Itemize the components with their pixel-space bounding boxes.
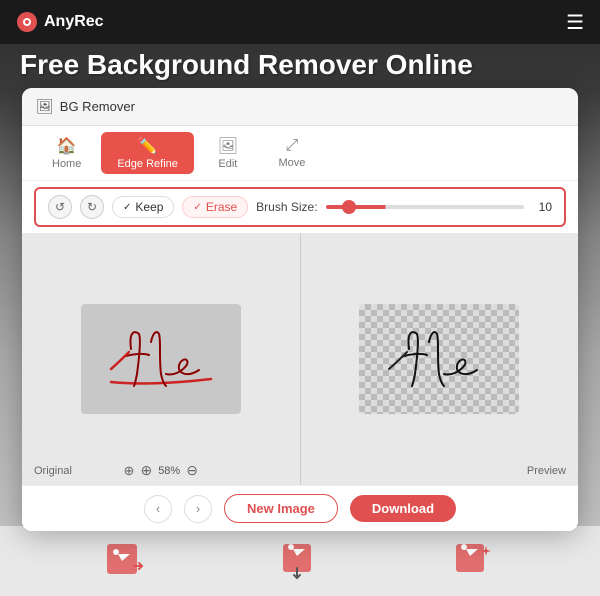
original-image-box <box>81 304 241 414</box>
top-navigation: AnyRec ☰ <box>0 0 600 44</box>
home-icon: 🏠 <box>57 136 77 156</box>
modal-header: 🖼 BG Remover <box>22 88 578 126</box>
bg-remove-icon-1 <box>102 536 152 586</box>
bg-remove-icon-3 <box>448 536 498 586</box>
zoom-value: 58% <box>158 465 180 477</box>
modal-header-icon: 🖼 <box>36 98 54 115</box>
original-signature-svg <box>91 314 231 404</box>
tab-edge-refine[interactable]: ✏️ Edge Refine <box>101 132 194 174</box>
preview-signature-svg <box>369 314 509 404</box>
brush-toolbar: ↺ ↻ ✓ Keep ✓ Erase Brush Size: 10 <box>34 187 566 227</box>
edge-refine-icon: ✏️ <box>138 136 158 156</box>
brush-size-slider[interactable] <box>326 205 524 209</box>
copy-icon[interactable]: ⊕ <box>124 463 135 479</box>
original-label: Original <box>34 465 72 477</box>
hamburger-menu-icon[interactable]: ☰ <box>566 10 584 35</box>
tab-edit[interactable]: 🖼 Edit <box>198 132 258 174</box>
logo-area: AnyRec <box>16 11 104 33</box>
next-button[interactable]: › <box>184 495 212 523</box>
keep-label: Keep <box>135 200 163 214</box>
page-title-area: Free Background Remover Online <box>20 50 473 81</box>
toolbar-tabs: 🏠 Home ✏️ Edge Refine 🖼 Edit ⤢ Move <box>22 126 578 181</box>
bottom-icon-3 <box>448 536 498 586</box>
zoom-out-button[interactable]: ⊖ <box>186 462 198 479</box>
action-bar: ‹ › New Image Download <box>22 485 578 531</box>
new-image-button[interactable]: New Image <box>224 494 338 523</box>
erase-button[interactable]: ✓ Erase <box>182 196 248 218</box>
bottom-icon-2 <box>275 536 325 586</box>
logo-text: AnyRec <box>44 13 104 31</box>
logo-icon <box>16 11 38 33</box>
tab-move-label: Move <box>278 157 305 169</box>
preview-label: Preview <box>527 465 566 477</box>
prev-button[interactable]: ‹ <box>144 495 172 523</box>
bottom-icon-1 <box>102 536 152 586</box>
keep-button[interactable]: ✓ Keep <box>112 196 174 218</box>
undo-button[interactable]: ↺ <box>48 195 72 219</box>
edit-icon: 🖼 <box>218 136 238 156</box>
brush-size-value: 10 <box>532 200 552 214</box>
zoom-controls: ⊕ ⊕ 58% ⊖ <box>124 462 198 479</box>
bg-remover-modal: 🖼 BG Remover 🏠 Home ✏️ Edge Refine 🖼 Edi… <box>22 88 578 531</box>
original-panel: Original ⊕ ⊕ 58% ⊖ <box>22 233 301 485</box>
erase-label: Erase <box>206 200 237 214</box>
tab-edit-label: Edit <box>218 158 237 170</box>
brush-size-label: Brush Size: <box>256 200 317 214</box>
preview-image-box <box>359 304 519 414</box>
brush-slider-container <box>326 205 524 209</box>
zoom-in-button[interactable]: ⊕ <box>140 462 152 479</box>
tab-home[interactable]: 🏠 Home <box>36 132 97 174</box>
bottom-icons-area <box>0 526 600 596</box>
download-button[interactable]: Download <box>350 495 456 522</box>
modal-header-title: BG Remover <box>60 99 135 114</box>
preview-panel: Preview <box>301 233 579 485</box>
page-title: Free Background Remover Online <box>20 50 473 81</box>
bg-remove-icon-2 <box>275 536 325 586</box>
canvas-area: Original ⊕ ⊕ 58% ⊖ <box>22 233 578 485</box>
tab-edge-refine-label: Edge Refine <box>117 158 178 170</box>
tab-home-label: Home <box>52 158 81 170</box>
redo-button[interactable]: ↻ <box>80 195 104 219</box>
keep-check-icon: ✓ <box>123 202 131 213</box>
erase-check-icon: ✓ <box>193 202 201 213</box>
tab-move[interactable]: ⤢ Move <box>262 133 322 173</box>
move-icon: ⤢ <box>285 137 298 155</box>
